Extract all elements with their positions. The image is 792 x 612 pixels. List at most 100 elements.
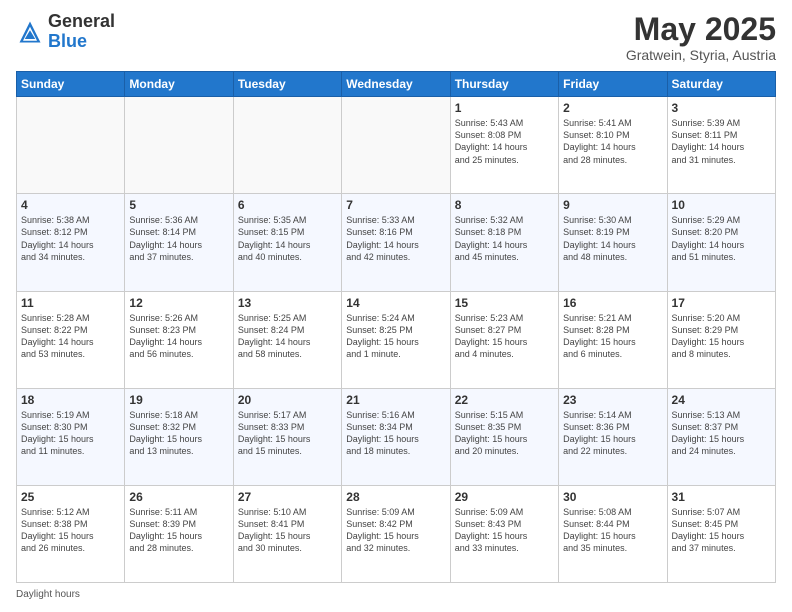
header: General Blue May 2025 Gratwein, Styria, … [16, 12, 776, 63]
day-info: Sunrise: 5:41 AM Sunset: 8:10 PM Dayligh… [563, 117, 662, 166]
day-info: Sunrise: 5:14 AM Sunset: 8:36 PM Dayligh… [563, 409, 662, 458]
day-info: Sunrise: 5:24 AM Sunset: 8:25 PM Dayligh… [346, 312, 445, 361]
day-number: 31 [672, 490, 771, 504]
day-info: Sunrise: 5:18 AM Sunset: 8:32 PM Dayligh… [129, 409, 228, 458]
day-number: 29 [455, 490, 554, 504]
logo: General Blue [16, 12, 115, 52]
day-info: Sunrise: 5:19 AM Sunset: 8:30 PM Dayligh… [21, 409, 120, 458]
day-number: 13 [238, 296, 337, 310]
calendar-day-cell: 22 Sunrise: 5:15 AM Sunset: 8:35 PM Dayli… [450, 388, 558, 485]
calendar-day-cell: 10Sunrise: 5:29 AM Sunset: 8:20 PM Dayli… [667, 194, 775, 291]
calendar-day-cell: 4Sunrise: 5:38 AM Sunset: 8:12 PM Daylig… [17, 194, 125, 291]
calendar-week-row: 25 Sunrise: 5:12 AM Sunset: 8:38 PM Dayli… [17, 485, 776, 582]
day-number: 2 [563, 101, 662, 115]
day-of-week-header: Saturday [667, 72, 775, 97]
calendar-week-row: 18 Sunrise: 5:19 AM Sunset: 8:30 PM Dayli… [17, 388, 776, 485]
day-info: Sunrise: 5:29 AM Sunset: 8:20 PM Dayligh… [672, 214, 771, 263]
calendar-day-cell: 28 Sunrise: 5:09 AM Sunset: 8:42 PM Dayli… [342, 485, 450, 582]
day-number: 11 [21, 296, 120, 310]
day-info: Sunrise: 5:30 AM Sunset: 8:19 PM Dayligh… [563, 214, 662, 263]
day-number: 27 [238, 490, 337, 504]
day-number: 28 [346, 490, 445, 504]
day-number: 21 [346, 393, 445, 407]
day-number: 8 [455, 198, 554, 212]
day-info: Sunrise: 5:09 AM Sunset: 8:43 PM Dayligh… [455, 506, 554, 555]
day-number: 14 [346, 296, 445, 310]
calendar-day-cell: 12 Sunrise: 5:26 AM Sunset: 8:23 PM Dayli… [125, 291, 233, 388]
calendar-day-cell [125, 97, 233, 194]
calendar-day-cell: 27Sunrise: 5:10 AM Sunset: 8:41 PM Dayli… [233, 485, 341, 582]
day-number: 30 [563, 490, 662, 504]
day-info: Sunrise: 5:35 AM Sunset: 8:15 PM Dayligh… [238, 214, 337, 263]
calendar-day-cell: 1 Sunrise: 5:43 AM Sunset: 8:08 PM Daylig… [450, 97, 558, 194]
day-info: Sunrise: 5:28 AM Sunset: 8:22 PM Dayligh… [21, 312, 120, 361]
day-info: Sunrise: 5:11 AM Sunset: 8:39 PM Dayligh… [129, 506, 228, 555]
calendar-day-cell: 13 Sunrise: 5:25 AM Sunset: 8:24 PM Dayli… [233, 291, 341, 388]
calendar-day-cell: 24 Sunrise: 5:13 AM Sunset: 8:37 PM Dayli… [667, 388, 775, 485]
day-of-week-header: Tuesday [233, 72, 341, 97]
calendar-day-cell [233, 97, 341, 194]
day-number: 26 [129, 490, 228, 504]
calendar-day-cell: 2 Sunrise: 5:41 AM Sunset: 8:10 PM Daylig… [559, 97, 667, 194]
footer-note: Daylight hours [16, 589, 776, 600]
day-number: 15 [455, 296, 554, 310]
calendar-day-cell: 8Sunrise: 5:32 AM Sunset: 8:18 PM Daylig… [450, 194, 558, 291]
calendar-week-row: 11 Sunrise: 5:28 AM Sunset: 8:22 PM Dayli… [17, 291, 776, 388]
day-number: 16 [563, 296, 662, 310]
day-info: Sunrise: 5:09 AM Sunset: 8:42 PM Dayligh… [346, 506, 445, 555]
location: Gratwein, Styria, Austria [626, 47, 776, 63]
day-info: Sunrise: 5:15 AM Sunset: 8:35 PM Dayligh… [455, 409, 554, 458]
day-number: 25 [21, 490, 120, 504]
calendar-week-row: 1 Sunrise: 5:43 AM Sunset: 8:08 PM Daylig… [17, 97, 776, 194]
day-number: 24 [672, 393, 771, 407]
day-of-week-header: Wednesday [342, 72, 450, 97]
day-info: Sunrise: 5:43 AM Sunset: 8:08 PM Dayligh… [455, 117, 554, 166]
logo-text: General Blue [48, 12, 115, 52]
day-info: Sunrise: 5:17 AM Sunset: 8:33 PM Dayligh… [238, 409, 337, 458]
day-number: 1 [455, 101, 554, 115]
calendar-table: SundayMondayTuesdayWednesdayThursdayFrid… [16, 71, 776, 583]
day-number: 4 [21, 198, 120, 212]
calendar-day-cell [342, 97, 450, 194]
calendar-day-cell: 18 Sunrise: 5:19 AM Sunset: 8:30 PM Dayli… [17, 388, 125, 485]
daylight-label: Daylight hours [16, 589, 80, 600]
day-info: Sunrise: 5:25 AM Sunset: 8:24 PM Dayligh… [238, 312, 337, 361]
calendar-day-cell [17, 97, 125, 194]
month-title: May 2025 [626, 12, 776, 47]
calendar-day-cell: 16Sunrise: 5:21 AM Sunset: 8:28 PM Dayli… [559, 291, 667, 388]
calendar-day-cell: 9Sunrise: 5:30 AM Sunset: 8:19 PM Daylig… [559, 194, 667, 291]
calendar-day-cell: 29 Sunrise: 5:09 AM Sunset: 8:43 PM Dayli… [450, 485, 558, 582]
day-number: 23 [563, 393, 662, 407]
calendar-day-cell: 14 Sunrise: 5:24 AM Sunset: 8:25 PM Dayli… [342, 291, 450, 388]
calendar-day-cell: 3Sunrise: 5:39 AM Sunset: 8:11 PM Daylig… [667, 97, 775, 194]
calendar-day-cell: 17Sunrise: 5:20 AM Sunset: 8:29 PM Dayli… [667, 291, 775, 388]
calendar-day-cell: 6Sunrise: 5:35 AM Sunset: 8:15 PM Daylig… [233, 194, 341, 291]
day-info: Sunrise: 5:23 AM Sunset: 8:27 PM Dayligh… [455, 312, 554, 361]
logo-general-text: General [48, 11, 115, 31]
day-number: 7 [346, 198, 445, 212]
calendar-day-cell: 26 Sunrise: 5:11 AM Sunset: 8:39 PM Dayli… [125, 485, 233, 582]
day-of-week-header: Thursday [450, 72, 558, 97]
day-info: Sunrise: 5:12 AM Sunset: 8:38 PM Dayligh… [21, 506, 120, 555]
calendar-day-cell: 23 Sunrise: 5:14 AM Sunset: 8:36 PM Dayli… [559, 388, 667, 485]
calendar-day-cell: 15 Sunrise: 5:23 AM Sunset: 8:27 PM Dayli… [450, 291, 558, 388]
calendar-day-cell: 30Sunrise: 5:08 AM Sunset: 8:44 PM Dayli… [559, 485, 667, 582]
day-info: Sunrise: 5:13 AM Sunset: 8:37 PM Dayligh… [672, 409, 771, 458]
day-number: 3 [672, 101, 771, 115]
day-number: 12 [129, 296, 228, 310]
day-number: 22 [455, 393, 554, 407]
day-info: Sunrise: 5:07 AM Sunset: 8:45 PM Dayligh… [672, 506, 771, 555]
day-info: Sunrise: 5:26 AM Sunset: 8:23 PM Dayligh… [129, 312, 228, 361]
calendar-day-cell: 25 Sunrise: 5:12 AM Sunset: 8:38 PM Dayli… [17, 485, 125, 582]
calendar-day-cell: 31 Sunrise: 5:07 AM Sunset: 8:45 PM Dayli… [667, 485, 775, 582]
day-number: 17 [672, 296, 771, 310]
calendar-day-cell: 20Sunrise: 5:17 AM Sunset: 8:33 PM Dayli… [233, 388, 341, 485]
day-of-week-header: Friday [559, 72, 667, 97]
day-number: 18 [21, 393, 120, 407]
day-number: 5 [129, 198, 228, 212]
title-block: May 2025 Gratwein, Styria, Austria [626, 12, 776, 63]
calendar-day-cell: 19Sunrise: 5:18 AM Sunset: 8:32 PM Dayli… [125, 388, 233, 485]
calendar-header-row: SundayMondayTuesdayWednesdayThursdayFrid… [17, 72, 776, 97]
logo-icon [16, 18, 44, 46]
calendar-day-cell: 7Sunrise: 5:33 AM Sunset: 8:16 PM Daylig… [342, 194, 450, 291]
